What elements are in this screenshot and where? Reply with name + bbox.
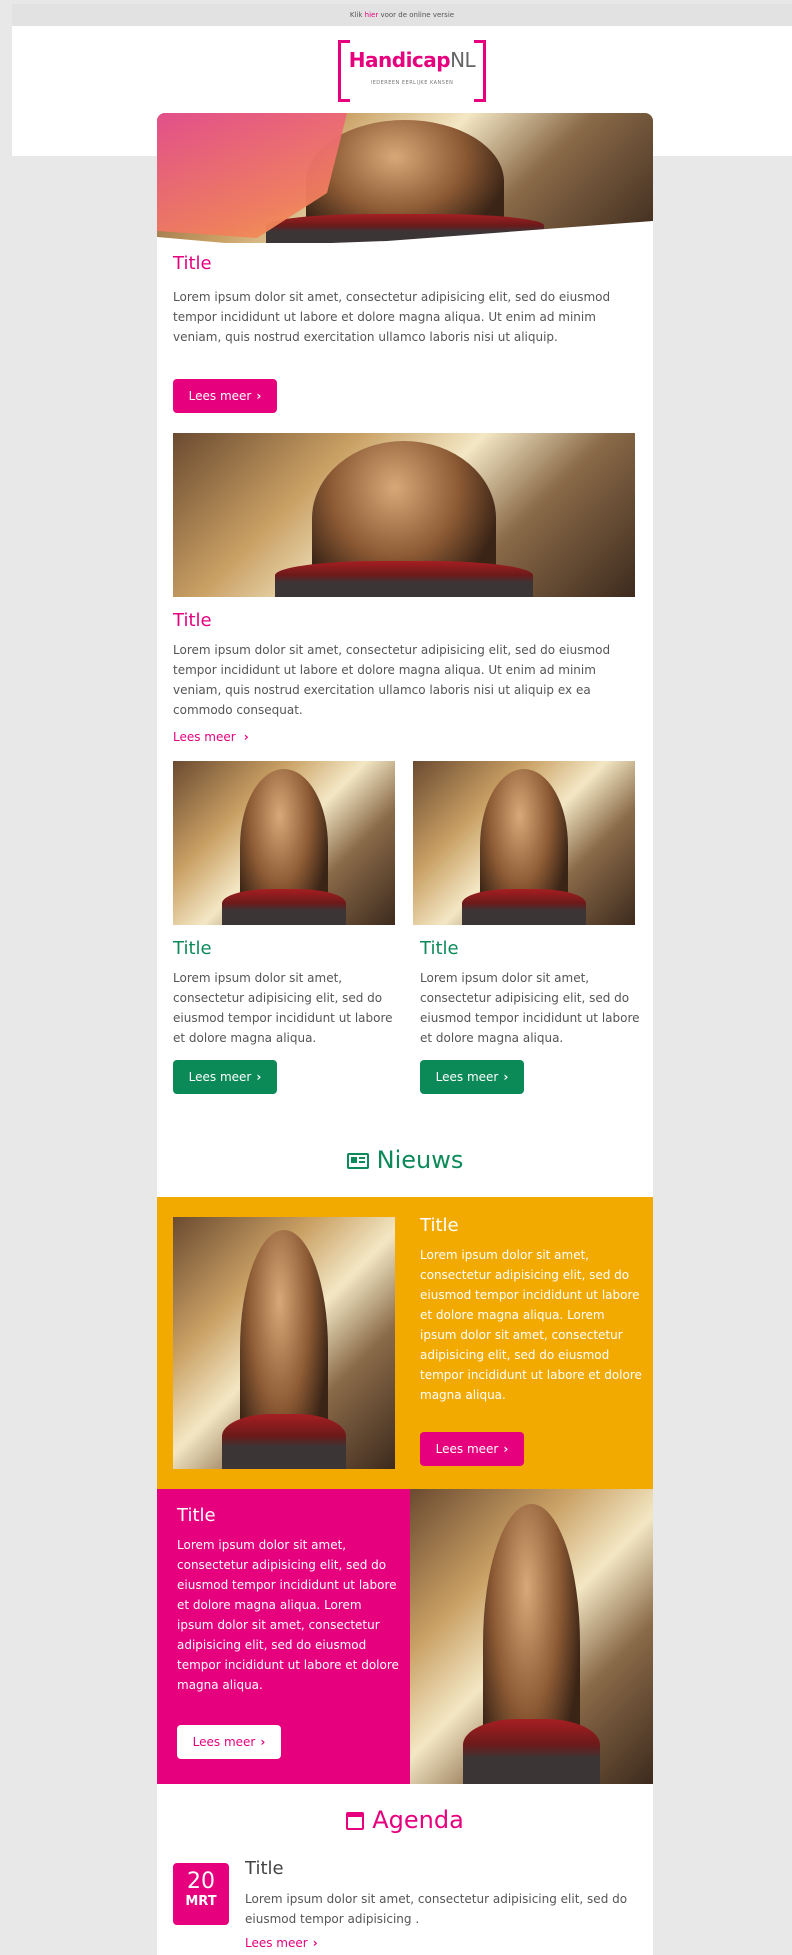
logo-name: HandicapNL [348,48,476,72]
article-1-read-more-button[interactable]: Lees meer › [173,379,277,413]
nieuws-item-1: Title Lorem ipsum dolor sit amet, consec… [157,1197,653,1489]
article-3-title: Title [173,938,212,959]
chevron-right-icon: › [256,1070,262,1084]
article-2-title: Title [173,610,212,631]
chevron-right-icon: › [243,730,249,744]
chevron-right-icon: › [503,1070,509,1084]
agenda-heading-text: Agenda [372,1806,464,1834]
article-4-read-more-button[interactable]: Lees meer › [420,1060,524,1094]
article-1-title: Title [173,253,212,274]
nieuws-item-2-title: Title [177,1505,216,1526]
agenda-date-badge: 20 MRT [173,1863,229,1925]
online-version-link[interactable]: hier [365,11,379,19]
agenda-read-more-link[interactable]: Lees meer › [245,1936,318,1950]
agenda-heading: Agenda [157,1806,653,1834]
article-3-body: Lorem ipsum dolor sit amet, consectetur … [173,971,393,1045]
chevron-right-icon: › [312,1936,318,1950]
article-1-body: Lorem ipsum dolor sit amet, consectetur … [173,290,611,344]
nieuws-item-1-body: Lorem ipsum dolor sit amet, consectetur … [420,1248,642,1402]
nieuws-item-2-body: Lorem ipsum dolor sit amet, consectetur … [177,1538,399,1692]
article-3-image [173,761,395,925]
chevron-right-icon: › [260,1735,266,1749]
nieuws-item-2: Title Lorem ipsum dolor sit amet, consec… [157,1489,653,1784]
calendar-icon [346,1812,365,1830]
online-version-text: Klik [349,11,365,19]
online-version-text-after: voor de online versie [378,11,455,19]
agenda-event-body: Lorem ipsum dolor sit amet, consectetur … [245,1892,628,1926]
nieuws-item-2-image [410,1489,653,1784]
nieuws-heading: Nieuws [157,1146,653,1174]
chevron-right-icon: › [256,389,262,403]
nieuws-item-1-title: Title [420,1215,459,1236]
article-2-read-more-link[interactable]: Lees meer › [173,730,249,744]
newspaper-icon [346,1153,369,1169]
chevron-right-icon: › [503,1442,509,1456]
logo-tagline: IEDEREEN EERLIJKE KANSEN [370,80,454,86]
nieuws-item-1-read-more-button[interactable]: Lees meer › [420,1432,524,1466]
nieuws-heading-text: Nieuws [376,1146,464,1174]
agenda-event-title: Title [245,1858,284,1879]
article-3-read-more-button[interactable]: Lees meer › [173,1060,277,1094]
agenda-day: 20 [187,1869,215,1894]
nieuws-item-2-read-more-button[interactable]: Lees meer › [177,1725,281,1759]
newsletter-card: Title Lorem ipsum dolor sit amet, consec… [157,113,653,1955]
article-4-title: Title [420,938,459,959]
handicapnl-logo[interactable]: HandicapNL IEDEREEN EERLIJKE KANSEN [330,40,494,102]
online-version-bar: Klik hier voor de online versie [12,4,792,26]
agenda-month: MRT [185,1894,217,1909]
nieuws-item-1-image [173,1217,395,1469]
article-4-body: Lorem ipsum dolor sit amet, consectetur … [420,971,640,1045]
article-2-image [173,433,635,597]
article-4-image [413,761,635,925]
article-2-body: Lorem ipsum dolor sit amet, consectetur … [173,643,611,717]
